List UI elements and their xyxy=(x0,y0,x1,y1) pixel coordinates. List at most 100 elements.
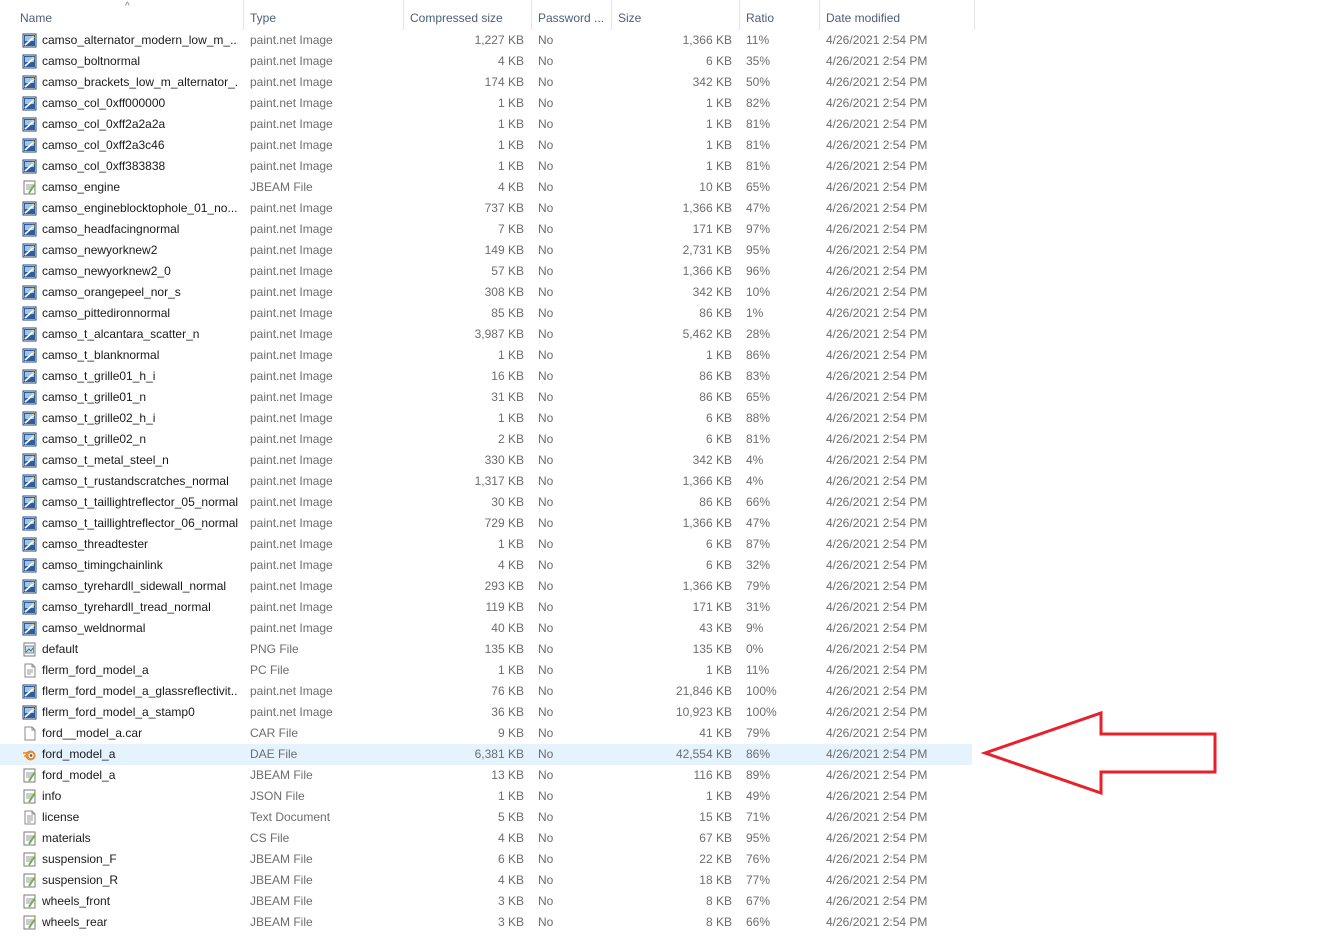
file-row[interactable]: default PNG File 135 KB No 135 KB 0% 4/26/2021… xyxy=(0,639,975,660)
file-row[interactable]: camso_col_0xff2a2a2a paint.net Image 1 KB N… xyxy=(0,114,975,135)
column-header-password[interactable]: Password ... xyxy=(532,0,612,30)
paintnet-image-icon xyxy=(22,516,37,531)
file-type: JBEAM File xyxy=(250,180,313,194)
file-row[interactable]: camso_timingchainlink paint.net Image 4 KB… xyxy=(0,555,975,576)
file-row[interactable]: camso_t_taillightreflector_06_normal pain… xyxy=(0,513,975,534)
file-password: No xyxy=(538,516,554,530)
file-type: paint.net Image xyxy=(250,348,333,362)
file-row[interactable]: camso_newyorknew2_0 paint.net Image 57 KB N… xyxy=(0,261,975,282)
file-row[interactable]: camso_threadtester paint.net Image 1 KB No 6… xyxy=(0,534,975,555)
file-ratio: 47% xyxy=(746,516,771,530)
file-password: No xyxy=(538,600,554,614)
column-header-date-modified-label: Date modified xyxy=(826,11,901,25)
file-row[interactable]: camso_t_grille01_h_i paint.net Image 16 KB… xyxy=(0,366,975,387)
file-type: paint.net Image xyxy=(250,96,333,110)
file-row[interactable]: ford_model_a JBEAM File 13 KB No 116 KB 89% 4/… xyxy=(0,765,975,786)
file-list: camso_alternator_modern_low_m_... paint.n… xyxy=(0,30,975,933)
file-password: No xyxy=(538,726,554,740)
file-row[interactable]: info JSON File 1 KB No 1 KB 49% 4/26/2021 2:54… xyxy=(0,786,975,807)
file-size: 1,366 KB xyxy=(682,33,732,47)
file-row[interactable]: camso_brackets_low_m_alternator_... paint… xyxy=(0,72,975,93)
file-row[interactable]: camso_orangepeel_nor_s paint.net Image 308… xyxy=(0,282,975,303)
file-ratio: 88% xyxy=(746,411,771,425)
column-header-type[interactable]: Type xyxy=(244,0,404,30)
file-compressed-size: 36 KB xyxy=(491,705,524,719)
file-row[interactable]: camso_headfacingnormal paint.net Image 7 K… xyxy=(0,219,975,240)
file-name: wheels_rear xyxy=(42,915,108,929)
file-row[interactable]: camso_weldnormal paint.net Image 40 KB No 43… xyxy=(0,618,975,639)
file-row[interactable]: wheels_front JBEAM File 3 KB No 8 KB 67% 4/26/… xyxy=(0,891,975,912)
file-size: 86 KB xyxy=(699,306,732,320)
paintnet-image-icon xyxy=(22,600,37,615)
file-row[interactable]: camso_t_grille02_n paint.net Image 2 KB No 6… xyxy=(0,429,975,450)
file-date-modified: 4/26/2021 2:54 PM xyxy=(826,369,928,383)
file-row[interactable]: materials CS File 4 KB No 67 KB 95% 4/26/2021 … xyxy=(0,828,975,849)
file-row[interactable]: flerm_ford_model_a_glassreflectivit... pa… xyxy=(0,681,975,702)
file-type: paint.net Image xyxy=(250,159,333,173)
file-password: No xyxy=(538,327,554,341)
file-password: No xyxy=(538,348,554,362)
file-row[interactable]: camso_engineblocktophole_01_no... paint.n… xyxy=(0,198,975,219)
file-password: No xyxy=(538,768,554,782)
column-header-compressed-size[interactable]: Compressed size xyxy=(404,0,532,30)
paintnet-image-icon xyxy=(22,537,37,552)
file-compressed-size: 9 KB xyxy=(497,726,524,740)
file-row[interactable]: camso_tyrehardll_sidewall_normal paint.ne… xyxy=(0,576,975,597)
file-type: Text Document xyxy=(250,810,331,824)
file-compressed-size: 3,987 KB xyxy=(474,327,524,341)
file-compressed-size: 1 KB xyxy=(497,138,524,152)
file-row[interactable]: ford__model_a.car CAR File 9 KB No 41 KB 79% 4… xyxy=(0,723,975,744)
file-ratio: 4% xyxy=(746,474,764,488)
file-row[interactable]: camso_engine JBEAM File 4 KB No 10 KB 65% 4/26… xyxy=(0,177,975,198)
file-date-modified: 4/26/2021 2:54 PM xyxy=(826,894,928,908)
file-row[interactable]: camso_t_grille02_h_i paint.net Image 1 KB N… xyxy=(0,408,975,429)
file-row[interactable]: camso_t_blanknormal paint.net Image 1 KB No… xyxy=(0,345,975,366)
file-password: No xyxy=(538,54,554,68)
file-ratio: 11% xyxy=(746,33,770,47)
file-type: JBEAM File xyxy=(250,852,313,866)
column-header-password-label: Password ... xyxy=(538,11,605,25)
file-row[interactable]: camso_col_0xff000000 paint.net Image 1 KB N… xyxy=(0,93,975,114)
file-row[interactable]: camso_newyorknew2 paint.net Image 149 KB No… xyxy=(0,240,975,261)
file-date-modified: 4/26/2021 2:54 PM xyxy=(826,663,928,677)
file-row[interactable]: flerm_ford_model_a_stamp0 paint.net Image… xyxy=(0,702,975,723)
paintnet-image-icon xyxy=(22,348,37,363)
file-date-modified: 4/26/2021 2:54 PM xyxy=(826,621,928,635)
file-name: camso_t_taillightreflector_05_normal xyxy=(42,495,238,509)
file-row[interactable]: camso_alternator_modern_low_m_... paint.n… xyxy=(0,30,975,51)
file-date-modified: 4/26/2021 2:54 PM xyxy=(826,810,928,824)
file-compressed-size: 40 KB xyxy=(491,621,524,635)
file-date-modified: 4/26/2021 2:54 PM xyxy=(826,453,928,467)
column-header-size[interactable]: Size xyxy=(612,0,740,30)
file-compressed-size: 1 KB xyxy=(497,411,524,425)
jbeam-file-icon xyxy=(22,852,37,867)
file-row[interactable]: flerm_ford_model_a PC File 1 KB No 1 KB 11% 4/… xyxy=(0,660,975,681)
file-password: No xyxy=(538,474,554,488)
file-row[interactable]: suspension_R JBEAM File 4 KB No 18 KB 77% 4/26… xyxy=(0,870,975,891)
file-size: 6 KB xyxy=(705,558,732,572)
file-name: camso_threadtester xyxy=(42,537,149,551)
file-row[interactable]: camso_tyrehardll_tread_normal paint.net I… xyxy=(0,597,975,618)
file-row[interactable]: camso_t_rustandscratches_normal paint.net… xyxy=(0,471,975,492)
file-row[interactable]: camso_t_taillightreflector_05_normal pain… xyxy=(0,492,975,513)
blender-file-icon xyxy=(22,747,37,762)
column-header-date-modified[interactable]: Date modified xyxy=(820,0,975,30)
file-row[interactable]: camso_col_0xff2a3c46 paint.net Image 1 KB N… xyxy=(0,135,975,156)
file-ratio: 1% xyxy=(746,306,764,320)
file-row[interactable]: suspension_F JBEAM File 6 KB No 22 KB 76% 4/26… xyxy=(0,849,975,870)
sort-ascending-icon: ^ xyxy=(125,1,130,12)
file-row[interactable]: camso_boltnormal paint.net Image 4 KB No 6 K… xyxy=(0,51,975,72)
file-row[interactable]: camso_pittedironnormal paint.net Image 85 … xyxy=(0,303,975,324)
file-row[interactable]: camso_col_0xff383838 paint.net Image 1 KB N… xyxy=(0,156,975,177)
file-row[interactable]: license Text Document 5 KB No 15 KB 71% 4/26/2… xyxy=(0,807,975,828)
file-ratio: 81% xyxy=(746,432,771,446)
file-password: No xyxy=(538,495,554,509)
file-row[interactable]: camso_t_alcantara_scatter_n paint.net Ima… xyxy=(0,324,975,345)
file-row[interactable]: ford_model_a DAE File 6,381 KB No 42,554 KB 8… xyxy=(0,744,972,765)
file-row[interactable]: camso_t_grille01_n paint.net Image 31 KB No… xyxy=(0,387,975,408)
file-name: wheels_front xyxy=(42,894,111,908)
file-row[interactable]: wheels_rear JBEAM File 3 KB No 8 KB 66% 4/26/2… xyxy=(0,912,975,933)
column-header-ratio[interactable]: Ratio xyxy=(740,0,820,30)
paintnet-image-icon xyxy=(22,474,37,489)
file-row[interactable]: camso_t_metal_steel_n paint.net Image 330 … xyxy=(0,450,975,471)
